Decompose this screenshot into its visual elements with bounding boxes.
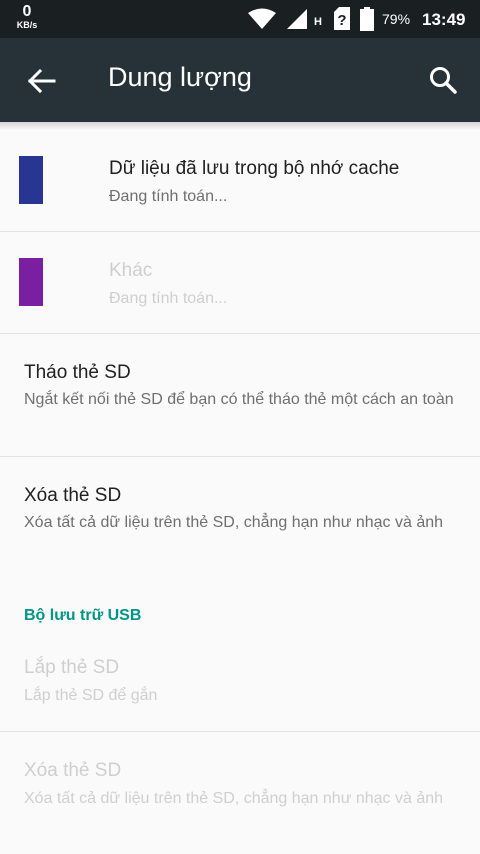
storage-item-other: Khác Đang tính toán... xyxy=(0,232,480,333)
mount-sd-item: Lắp thẻ SD Lắp thẻ SD để gắn xyxy=(0,632,480,731)
storage-item-cache[interactable]: Dữ liệu đã lưu trong bộ nhớ cache Đang t… xyxy=(0,130,480,231)
mount-sd-summary: Lắp thẻ SD để gắn xyxy=(24,687,158,704)
page-title: Dung lượng xyxy=(108,62,252,92)
erase-sd-item[interactable]: Xóa thẻ SD Xóa tất cả dữ liệu trên thẻ S… xyxy=(0,457,480,585)
unmount-sd-title: Tháo thẻ SD xyxy=(24,362,131,383)
usb-erase-sd-summary: Xóa tất cả dữ liệu trên thẻ SD, chẳng hạ… xyxy=(24,790,444,807)
usb-erase-sd-title: Xóa thẻ SD xyxy=(24,760,122,781)
battery-icon xyxy=(360,7,374,31)
battery-percentage: 79% xyxy=(382,11,411,27)
clock: 13:49 xyxy=(422,10,466,29)
status-bar: 0 KB/s H ? 79% 13:49 xyxy=(0,0,480,38)
network-type-label: H xyxy=(314,16,322,28)
network-speed-unit: KB/s xyxy=(16,20,38,30)
mount-sd-title: Lắp thẻ SD xyxy=(24,657,120,678)
svg-text:?: ? xyxy=(337,12,346,29)
cache-color-swatch xyxy=(19,156,43,204)
usb-erase-sd-item: Xóa thẻ SD Xóa tất cả dữ liệu trên thẻ S… xyxy=(0,732,480,854)
unmount-sd-summary: Ngắt kết nối thẻ SD để bạn có thể tháo t… xyxy=(24,391,454,408)
sim-unknown-icon: ? xyxy=(334,7,350,30)
search-icon[interactable] xyxy=(428,65,458,95)
other-title: Khác xyxy=(109,260,153,281)
network-speed-value: 0 xyxy=(22,3,32,20)
cache-title: Dữ liệu đã lưu trong bộ nhớ cache xyxy=(109,158,400,179)
erase-sd-summary: Xóa tất cả dữ liệu trên thẻ SD, chẳng hạ… xyxy=(24,514,444,531)
arrow-left-icon[interactable] xyxy=(26,66,56,96)
unmount-sd-item[interactable]: Tháo thẻ SD Ngắt kết nối thẻ SD để bạn c… xyxy=(0,334,480,456)
usb-storage-category-header: Bộ lưu trữ USB xyxy=(24,607,142,624)
signal-icon xyxy=(287,9,307,29)
other-color-swatch xyxy=(19,258,43,306)
app-bar-shadow xyxy=(0,122,480,130)
cache-summary: Đang tính toán... xyxy=(109,188,228,205)
app-bar: Dung lượng xyxy=(0,38,480,122)
other-summary: Đang tính toán... xyxy=(109,290,228,307)
erase-sd-title: Xóa thẻ SD xyxy=(24,485,122,506)
network-speed: 0 KB/s xyxy=(12,4,42,30)
wifi-icon xyxy=(248,8,276,29)
